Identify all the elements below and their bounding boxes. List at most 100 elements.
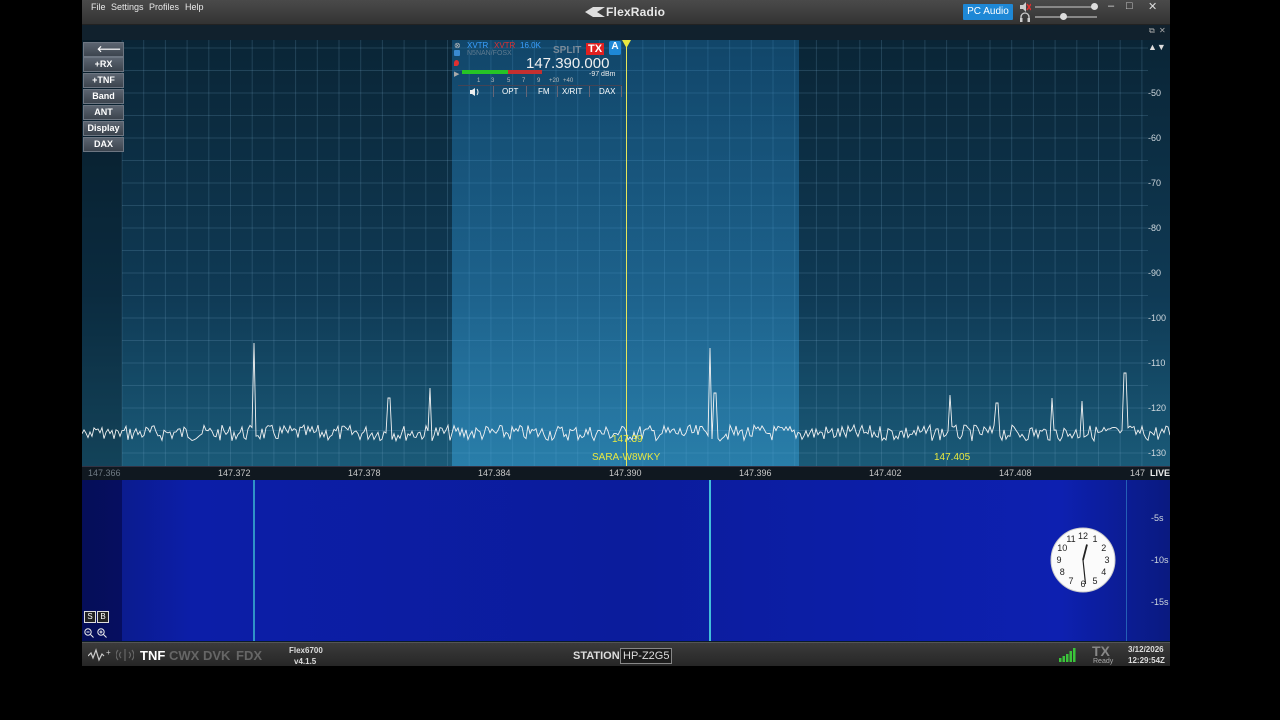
play-icon[interactable]: ▶ [454,70,459,78]
clock-icon: 12 1234567891011 [1050,527,1116,593]
s-meter-tick: +20 [549,78,560,84]
s-meter-over-bar [508,70,542,74]
tab-dax[interactable]: DAX [599,87,615,96]
filter-width-label[interactable]: 16.0K [520,41,541,50]
record-icon[interactable] [454,60,459,66]
status-time: 12:29:54Z [1128,656,1165,665]
restore-pane-icon[interactable]: ⧉ [1149,26,1155,36]
ruler-tick: 147.396 [739,468,772,478]
dbm-label: -120 [1148,403,1167,413]
ruler-tick: 147 [1130,468,1146,478]
clock-number: 11 [1066,534,1075,544]
menu-profiles[interactable]: Profiles [149,2,179,12]
menu-file[interactable]: File [91,2,106,12]
s-meter-tick: 1 [477,78,481,84]
dax-button[interactable]: DAX [83,137,124,152]
flexradio-logo-icon [585,7,605,17]
maximize-button[interactable]: □ [1126,0,1133,12]
s-meter-bar [462,70,508,74]
ruler-tick: 147.384 [478,468,511,478]
scale-arrows-icon[interactable]: ▲▼ [1148,42,1166,52]
ruler-tick: 147.372 [218,468,251,478]
panadapter[interactable]: 🡐 +RX +TNF Band ANT Display DAX ▲▼ -50 -… [82,40,1170,466]
s-meter-tick: 7 [522,78,526,84]
clock-number: 2 [1101,543,1106,553]
band-button[interactable]: Band [83,89,124,104]
dbm-label: -80 [1148,223,1162,233]
waveform-add-icon[interactable]: + [88,648,112,662]
s-meter-tick: 5 [507,78,511,84]
clock-number: 1 [1092,534,1097,544]
tab-opt[interactable]: OPT [502,87,518,96]
frequency-ruler[interactable]: 147.366 147.372 147.378 147.384 147.390 … [82,466,1170,480]
ruler-tick: 147.390 [609,468,642,478]
waterfall[interactable]: -5s -10s -15s 12 1 2 3 4 5 6 7 8 9 10 11 S B [82,480,1170,641]
panadapter-header: ⧉ ✕ [82,25,1170,40]
dbm-label: -60 [1148,133,1162,143]
menu-help[interactable]: Help [185,2,204,12]
add-tnf-button[interactable]: +TNF [83,73,124,88]
svg-text:+: + [106,648,111,657]
dbm-label: -90 [1148,268,1162,278]
tx-button[interactable]: TX [586,43,605,55]
minimize-button[interactable]: – [1108,0,1114,12]
waterfall-signal-trace [1126,480,1127,641]
clock-number: 10 [1057,543,1067,553]
status-date: 3/12/2026 [1128,645,1164,654]
status-bar: + TNF CWX DVK FDX Flex6700 v4.1.5 STATIO… [82,642,1170,666]
close-pane-icon[interactable]: ✕ [1159,26,1166,35]
slice-antenna-name: N5NAN/FOSX [467,50,512,57]
headphones-icon[interactable] [1019,12,1031,22]
back-arrow-icon: 🡐 [96,44,121,54]
display-button[interactable]: Display [83,121,124,136]
add-rx-button[interactable]: +RX [83,57,124,72]
dbm-label: -100 [1148,313,1167,323]
tab-xrit[interactable]: X/RIT [562,87,582,96]
pc-audio-button[interactable]: PC Audio [963,4,1013,20]
waterfall-time-label: -10s [1151,555,1169,565]
s-meter-tick: 3 [491,78,495,84]
slice-letter-badge[interactable]: A [609,41,621,55]
ruler-tick: 147.366 [88,468,121,478]
ant-button[interactable]: ANT [83,105,124,120]
speaker-icon[interactable] [470,88,481,96]
clock-number: 5 [1092,576,1097,586]
headphone-volume-knob[interactable] [1060,13,1067,20]
speaker-volume-slider[interactable] [1035,6,1097,8]
spot-frequency[interactable]: 147.405 [934,452,970,463]
s-toggle-button[interactable]: S [84,611,96,623]
clock-number: 4 [1101,567,1106,577]
dvk-toggle[interactable]: DVK [203,648,230,663]
clock-number: 7 [1068,576,1073,586]
ruler-tick: 147.378 [348,468,381,478]
flexradio-window: File Settings Profiles Help FlexRadio PC… [82,0,1170,666]
signal-level: -97 dBm [589,71,616,78]
lock-icon[interactable] [454,50,460,56]
tab-fm[interactable]: FM [538,87,550,96]
fdx-toggle[interactable]: FDX [236,648,262,663]
spot-frequency[interactable]: 147.39 [612,434,643,445]
ruler-tick: 147.408 [999,468,1032,478]
rx-antenna-label[interactable]: XVTR [467,41,488,50]
collapse-panel-button[interactable]: 🡐 [83,42,124,57]
cwx-toggle[interactable]: CWX [169,648,199,663]
slice-flag[interactable]: ⊗ ▶ XVTR XVTR 16.0K N5NAN/FOSX SPLIT TX … [453,40,623,98]
zoom-out-icon[interactable] [84,628,94,638]
tnf-toggle[interactable]: TNF [140,648,165,663]
signal-strength-icon [1059,648,1076,662]
close-button[interactable]: ✕ [1148,0,1157,13]
speaker-mute-icon[interactable] [1019,2,1031,12]
station-name-field[interactable]: HP-Z2G5 [620,648,673,664]
waterfall-signal-trace [253,480,255,641]
menu-settings[interactable]: Settings [111,2,144,12]
radio-model: Flex6700 [289,646,323,655]
wnb-icon[interactable] [116,647,134,663]
zoom-in-icon[interactable] [97,628,107,638]
spot-callsign[interactable]: SARA-W8WKY [592,452,660,463]
b-toggle-button[interactable]: B [97,611,109,623]
close-slice-icon[interactable]: ⊗ [454,41,461,50]
ruler-tick: 147.402 [869,468,902,478]
tx-antenna-label[interactable]: XVTR [494,41,515,50]
clock-number: 9 [1056,555,1061,565]
speaker-volume-knob[interactable] [1091,3,1098,10]
